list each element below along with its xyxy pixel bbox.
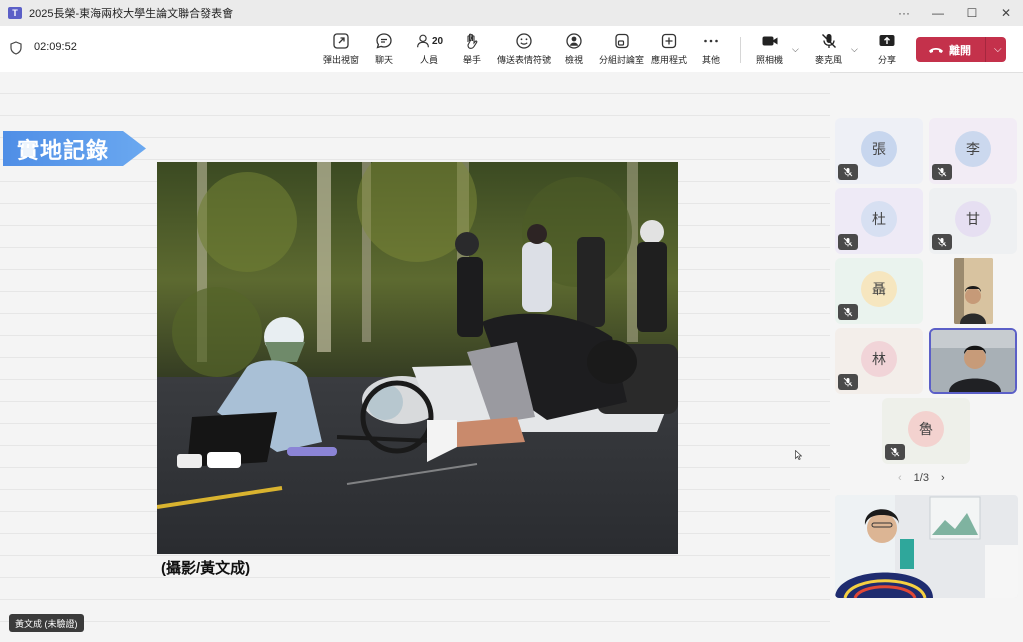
maximize-button[interactable]: ☐ <box>955 0 989 26</box>
participant-avatar: 李 <box>955 131 991 167</box>
chat-label: 聊天 <box>375 55 394 65</box>
shield-icon <box>10 41 22 55</box>
participant-tile[interactable]: 李 <box>929 118 1017 184</box>
meeting-timer: 02:09:52 <box>34 41 77 53</box>
muted-mic-icon <box>932 234 952 250</box>
participant-tile[interactable]: 魯 <box>882 398 970 464</box>
field-record-photo <box>157 162 678 554</box>
apps-label: 應用程式 <box>651 55 688 65</box>
photo-illustration <box>157 162 678 554</box>
people-icon <box>417 34 429 48</box>
minimize-button[interactable]: — <box>921 0 955 26</box>
leave-options-chevron-icon[interactable]: ⌵ <box>994 44 1002 55</box>
previous-page-button[interactable]: ‹ <box>898 472 902 484</box>
apps-button[interactable]: 應用程式 <box>651 32 687 68</box>
emoji-icon <box>516 33 532 49</box>
title-bar: T 2025長榮-東海兩校大學生論文聯合發表會 ··· — ☐ ✕ <box>0 0 1023 26</box>
participant-tile[interactable]: 杜 <box>835 188 923 254</box>
view-label: 檢視 <box>565 55 584 65</box>
participant-tile[interactable]: 聶 <box>835 258 923 324</box>
microphone-button[interactable]: 麥克風 <box>815 32 842 68</box>
camera-icon <box>762 36 777 46</box>
presenter-name-tag: 黃文成 (未驗證) <box>9 614 84 632</box>
camera-button[interactable]: 照相機 <box>756 32 783 68</box>
apps-icon <box>661 33 677 49</box>
popout-button[interactable]: 彈出視窗 <box>323 32 359 68</box>
camera-options-chevron-icon[interactable]: ⌵ <box>792 44 799 55</box>
breakout-rooms-button[interactable]: 分組討論室 <box>599 32 644 68</box>
breakout-icon <box>614 33 629 49</box>
muted-mic-icon <box>838 304 858 320</box>
participant-tile[interactable]: 林 <box>835 328 923 394</box>
next-page-button[interactable]: › <box>941 472 945 484</box>
meeting-toolbar: 02:09:52 彈出視窗 聊天 20 人員 舉手 傳送表情符號 檢視 分組討論… <box>0 26 1023 73</box>
video-feed <box>954 258 993 324</box>
share-button[interactable]: 分享 <box>878 32 896 68</box>
participant-avatar: 張 <box>861 131 897 167</box>
mouse-cursor-icon <box>795 450 802 460</box>
people-label: 人員 <box>419 55 438 65</box>
send-emoji-label: 傳送表情符號 <box>497 55 552 65</box>
participant-tile[interactable]: 張 <box>835 118 923 184</box>
muted-mic-icon <box>932 164 952 180</box>
participant-avatar: 聶 <box>861 271 897 307</box>
participant-pager: ‹ 1/3 › <box>898 472 945 484</box>
share-label: 分享 <box>878 55 897 65</box>
share-icon <box>879 35 895 46</box>
self-view-video[interactable] <box>835 495 1018 598</box>
chat-button[interactable]: 聊天 <box>375 32 393 68</box>
muted-mic-icon <box>885 444 905 460</box>
popout-label: 彈出視窗 <box>323 55 360 65</box>
view-button[interactable]: 檢視 <box>565 32 583 68</box>
participant-tile[interactable]: 甘 <box>929 188 1017 254</box>
mic-options-chevron-icon[interactable]: ⌵ <box>851 44 858 55</box>
muted-mic-icon <box>838 234 858 250</box>
view-icon <box>566 33 582 49</box>
breakout-label: 分組討論室 <box>599 55 645 65</box>
section-ribbon: 實地記錄 <box>3 131 146 166</box>
raise-hand-icon <box>467 33 478 49</box>
hang-up-icon <box>929 47 943 53</box>
participant-avatar: 魯 <box>908 411 944 447</box>
active-speaker-video-tile[interactable] <box>929 328 1017 394</box>
window-title: 2025長榮-東海兩校大學生論文聯合發表會 <box>29 8 234 20</box>
participant-avatar: 甘 <box>955 201 991 237</box>
photo-caption: (攝影/黃文成) <box>161 560 251 577</box>
participant-video-tile[interactable] <box>954 258 993 324</box>
microphone-label: 麥克風 <box>815 55 843 65</box>
close-button[interactable]: ✕ <box>989 0 1023 26</box>
participant-avatar: 杜 <box>861 201 897 237</box>
toolbar-divider <box>740 37 741 63</box>
people-button[interactable]: 20 人員 <box>414 32 444 68</box>
popout-icon <box>333 33 349 49</box>
muted-mic-icon <box>838 374 858 390</box>
window-controls: ··· — ☐ ✕ <box>887 0 1023 26</box>
teams-logo-icon: T <box>8 7 22 19</box>
mic-off-icon <box>821 34 836 48</box>
more-button[interactable]: 其他 <box>702 32 720 68</box>
more-icon <box>704 39 718 43</box>
muted-mic-icon <box>838 164 858 180</box>
leave-button[interactable]: 離開 ⌵ <box>916 37 1006 62</box>
more-label: 其他 <box>702 55 721 65</box>
people-count: 20 <box>431 35 444 47</box>
video-feed <box>835 495 1018 598</box>
send-emoji-button[interactable]: 傳送表情符號 <box>497 32 551 68</box>
participant-avatar: 林 <box>861 341 897 377</box>
chat-icon <box>376 33 392 49</box>
raise-hand-label: 舉手 <box>463 55 482 65</box>
video-feed <box>931 330 1015 392</box>
leave-label: 離開 <box>949 44 971 57</box>
leave-divider <box>985 37 986 62</box>
page-indicator: 1/3 <box>913 472 929 484</box>
raise-hand-button[interactable]: 舉手 <box>463 32 481 68</box>
more-options-button[interactable]: ··· <box>887 0 921 26</box>
camera-label: 照相機 <box>756 55 784 65</box>
